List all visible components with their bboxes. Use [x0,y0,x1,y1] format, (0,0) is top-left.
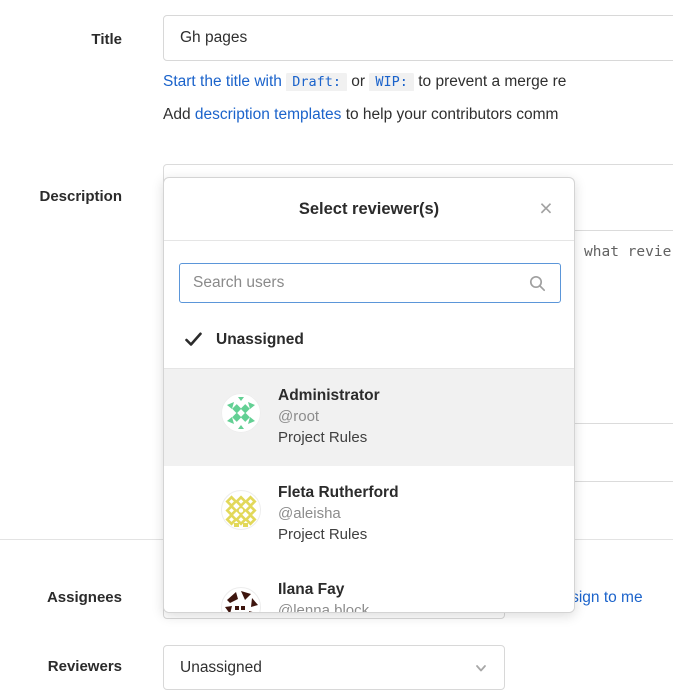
reviewer-name: Administrator [278,385,380,406]
reviewer-username: @root [278,406,380,427]
title-input[interactable] [163,15,673,61]
description-templates-link[interactable]: description templates [195,106,341,123]
select-reviewers-dropdown: Select reviewer(s) × Unassigned [163,177,575,613]
templates-pre-text: Add [163,106,191,123]
reviewer-item-administrator[interactable]: Administrator @root Project Rules [164,369,574,466]
description-text-fragment: what revie [584,244,671,260]
reviewer-meta: Project Rules [278,524,399,545]
hint-tail-text: to prevent a merge re [418,73,566,90]
templates-hint: Add description templates to help your c… [163,106,673,124]
chevron-down-icon [474,661,488,675]
reviewer-list: Administrator @root Project Rules [164,369,574,612]
reviewer-meta: Project Rules [278,427,380,448]
draft-hint-link[interactable]: Start the title with [163,73,282,90]
dropdown-title: Select reviewer(s) [299,200,439,219]
reviewers-label: Reviewers [0,658,122,675]
avatar-fleta-rutherford [221,490,261,530]
close-icon[interactable]: × [532,194,560,222]
wip-code-chip: WIP: [369,73,414,91]
title-label: Title [0,31,122,48]
reviewers-dropdown-button[interactable]: Unassigned [163,645,505,690]
reviewer-item-ilana-fay[interactable]: Ilana Fay @lenna.block Project Rules [164,563,574,612]
avatar-ilana-fay [221,587,261,612]
hint-middle-text: or [351,73,365,90]
merge-request-form: Title Start the title with Draft: or WIP… [0,0,673,700]
dropdown-header: Select reviewer(s) × [164,178,574,241]
reviewers-selected-value: Unassigned [180,659,474,677]
description-label: Description [0,188,122,205]
unassigned-option-label: Unassigned [216,331,304,349]
reviewer-name: Ilana Fay [278,579,369,600]
reviewer-username: @lenna.block [278,600,369,612]
reviewer-username: @aleisha [278,503,399,524]
draft-code-chip: Draft: [286,73,347,91]
unassigned-option[interactable]: Unassigned [164,311,574,369]
assignees-label: Assignees [0,589,122,606]
reviewer-item-fleta-rutherford[interactable]: Fleta Rutherford @aleisha Project Rules [164,466,574,563]
title-hint: Start the title with Draft: or WIP: to p… [163,73,673,91]
search-users-input[interactable] [179,263,561,303]
reviewer-name: Fleta Rutherford [278,482,399,503]
templates-post-text: to help your contributors comm [346,106,559,123]
check-icon [185,332,202,347]
avatar-administrator [221,393,261,433]
